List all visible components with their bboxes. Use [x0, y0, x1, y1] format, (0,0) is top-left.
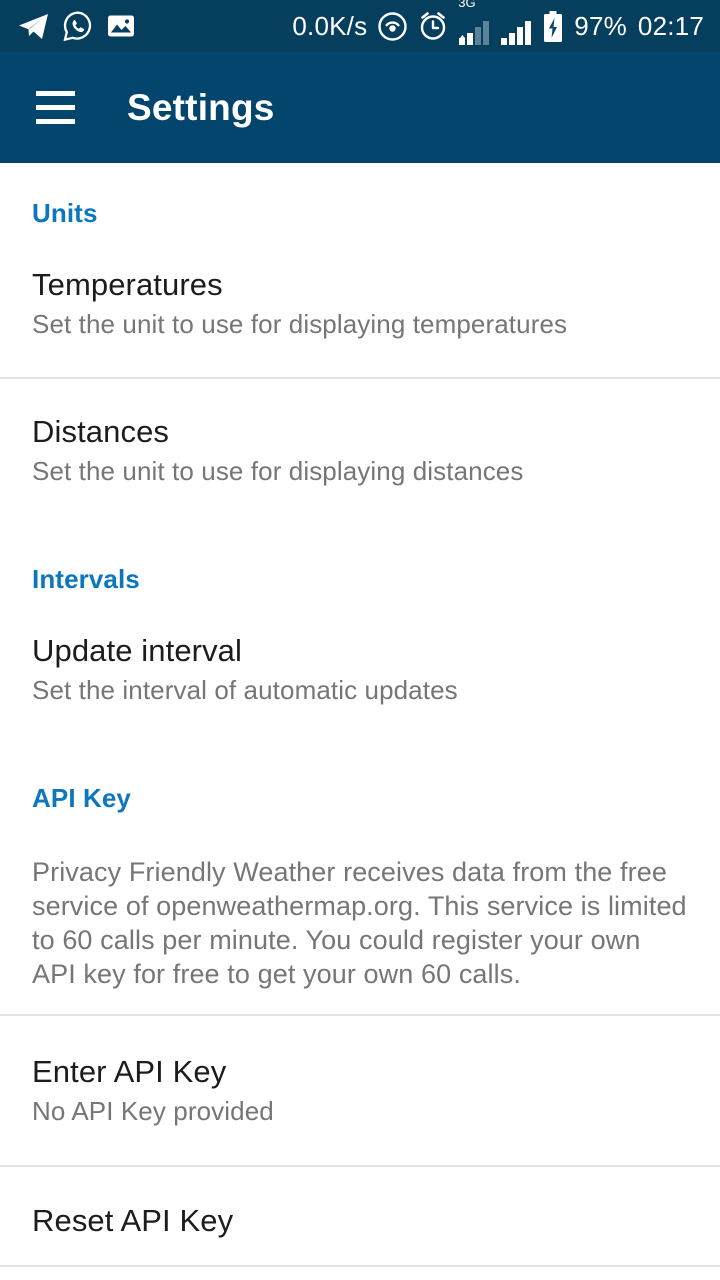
preference-title: Temperatures — [32, 267, 223, 302]
preference-update-interval[interactable]: Update interval Set the interval of auto… — [0, 633, 720, 706]
preference-title: Enter API Key — [32, 1054, 227, 1089]
status-bar-notification-icons — [18, 11, 135, 42]
preference-summary: Set the unit to use for displaying tempe… — [32, 309, 568, 339]
preference-summary: Set the unit to use for displaying dista… — [32, 456, 524, 486]
status-bar: 0.0K/s 3G 97% 02:17 — [0, 0, 720, 52]
divider — [0, 1165, 720, 1167]
preference-title: Update interval — [32, 633, 243, 668]
preference-enter-api-key[interactable]: Enter API Key No API Key provided — [0, 1054, 720, 1127]
settings-screen: 0.0K/s 3G 97% 02:17 Settings Units Tempe… — [0, 0, 720, 1280]
hamburger-bar-1 — [36, 91, 75, 96]
alarm-icon — [418, 11, 448, 41]
signal-3g-icon: 3G — [458, 0, 490, 45]
settings-list: Units Temperatures Set the unit to use f… — [0, 163, 720, 1280]
preference-reset-api-key[interactable]: Reset API Key — [0, 1203, 720, 1239]
divider — [0, 1265, 720, 1267]
hamburger-menu-icon[interactable] — [36, 91, 75, 124]
hamburger-bar-3 — [36, 119, 75, 124]
preference-summary: Set the interval of automatic updates — [32, 675, 458, 705]
section-header-intervals: Intervals — [32, 564, 140, 594]
preference-summary: No API Key provided — [32, 1096, 274, 1126]
preference-title: Reset API Key — [32, 1203, 234, 1238]
preference-temperatures[interactable]: Temperatures Set the unit to use for dis… — [0, 267, 720, 340]
app-bar: Settings — [0, 52, 720, 163]
battery-charging-icon — [543, 10, 563, 42]
page-title: Settings — [127, 86, 275, 128]
whatsapp-icon — [63, 11, 93, 42]
divider — [0, 1014, 720, 1016]
signal-icon — [501, 8, 532, 45]
telegram-icon — [18, 13, 49, 40]
battery-percent-text: 97% — [574, 10, 627, 41]
gallery-icon — [107, 12, 135, 40]
divider — [0, 377, 720, 379]
section-header-api-key: API Key — [32, 783, 131, 813]
hotspot-icon — [378, 11, 407, 41]
api-key-description: Privacy Friendly Weather receives data f… — [32, 857, 687, 989]
section-header-units: Units — [32, 198, 98, 228]
network-speed-text: 0.0K/s — [292, 10, 368, 41]
hamburger-bar-2 — [36, 105, 75, 110]
clock-text: 02:17 — [637, 10, 704, 41]
status-bar-system-icons: 0.0K/s 3G 97% 02:17 — [292, 0, 704, 45]
signal-3g-label: 3G — [458, 0, 476, 10]
preference-distances[interactable]: Distances Set the unit to use for displa… — [0, 414, 720, 487]
preference-title: Distances — [32, 414, 170, 449]
